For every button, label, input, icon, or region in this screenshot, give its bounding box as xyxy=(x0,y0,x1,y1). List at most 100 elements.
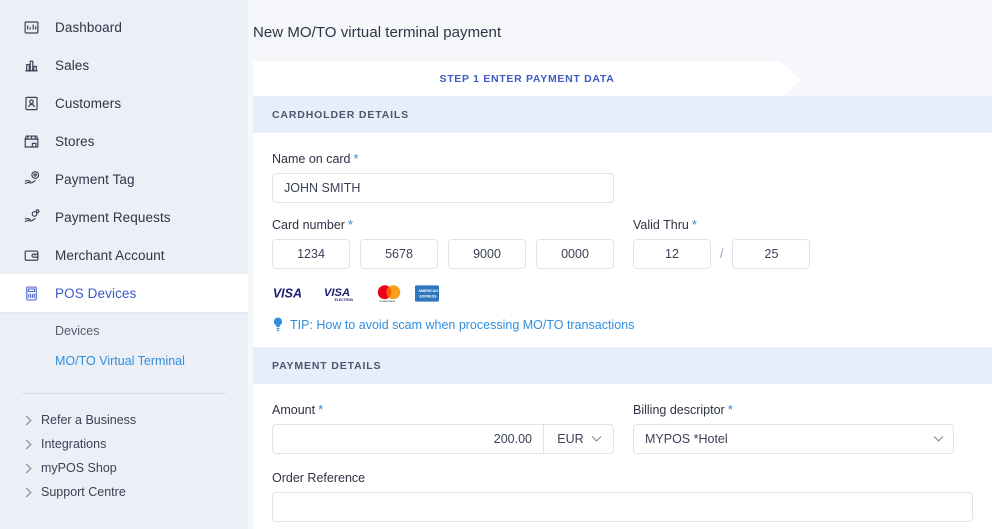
chevron-right-icon xyxy=(21,439,32,449)
required-asterisk: * xyxy=(353,151,359,166)
amount-label: Amount * xyxy=(272,402,633,417)
chevron-right-icon xyxy=(21,415,32,425)
payment-form-card: CARDHOLDER DETAILS Name on card * JOHN S… xyxy=(253,96,992,529)
sidebar-item-merchant-account[interactable]: Merchant Account xyxy=(0,236,248,274)
sidebar-item-stores[interactable]: Stores xyxy=(0,122,248,160)
sidebar-collapsible-label: Integrations xyxy=(41,437,107,451)
sidebar-item-mypos-shop[interactable]: myPOS Shop xyxy=(0,456,248,480)
sidebar-collapsible-label: Refer a Business xyxy=(41,413,137,427)
valid-thru-inputs: 12 / 25 xyxy=(633,239,973,269)
label-text: Amount xyxy=(272,403,316,417)
input-value: 1234 xyxy=(297,247,325,261)
sidebar-item-sales[interactable]: Sales xyxy=(0,46,248,84)
main-content: New MO/TO virtual terminal payment STEP … xyxy=(248,0,992,529)
label-text: Name on card xyxy=(272,152,351,166)
input-value: 12 xyxy=(665,247,679,261)
sidebar-item-label: Payment Requests xyxy=(55,209,171,225)
input-value: 25 xyxy=(764,247,779,261)
input-value: JOHN SMITH xyxy=(284,181,361,195)
billing-descriptor-label: Billing descriptor * xyxy=(633,402,954,417)
sidebar-subitem-label: Devices xyxy=(55,324,100,338)
tab-step-1-enter-payment-data[interactable]: STEP 1 ENTER PAYMENT DATA xyxy=(253,61,801,99)
name-on-card-input[interactable]: JOHN SMITH xyxy=(272,173,614,203)
order-reference-label: Order Reference xyxy=(272,471,973,485)
order-reference-input[interactable] xyxy=(272,492,973,522)
sidebar-item-pos-devices[interactable]: POS Devices xyxy=(0,274,248,312)
sidebar-item-label: Dashboard xyxy=(55,19,122,35)
sidebar-item-payment-requests[interactable]: Payment Requests xyxy=(0,198,248,236)
required-asterisk: * xyxy=(691,217,697,232)
sidebar-item-label: Stores xyxy=(55,133,95,149)
chevron-right-icon xyxy=(21,487,32,497)
card-number-group: Card number * 1234 5678 9000 0000 xyxy=(272,217,633,269)
card-number-inputs: 1234 5678 9000 0000 xyxy=(272,239,633,269)
section-title: PAYMENT DETAILS xyxy=(272,359,382,372)
required-asterisk: * xyxy=(727,402,733,417)
sidebar-item-support-centre[interactable]: Support Centre xyxy=(0,480,248,504)
input-value: 0000 xyxy=(561,247,589,261)
tip-link[interactable]: TIP: How to avoid scam when processing M… xyxy=(272,317,973,347)
accepted-card-brands: VISA VISA ELECTRON mastercard AMERICAN E… xyxy=(272,283,973,303)
section-title: CARDHOLDER DETAILS xyxy=(272,108,410,121)
sidebar-item-label: POS Devices xyxy=(55,285,137,301)
section-header-cardholder-details: CARDHOLDER DETAILS xyxy=(253,96,992,133)
sidebar-subitem-moto-virtual-terminal[interactable]: MO/TO Virtual Terminal xyxy=(0,346,248,376)
lightbulb-icon xyxy=(272,317,284,332)
billing-descriptor-group: Billing descriptor * MYPOS *Hotel xyxy=(633,402,973,454)
card-number-segment-3[interactable]: 9000 xyxy=(448,239,526,269)
billing-descriptor-select[interactable]: MYPOS *Hotel xyxy=(633,424,954,454)
chevron-right-icon xyxy=(21,463,32,473)
valid-thru-group: Valid Thru * 12 / 25 xyxy=(633,217,973,269)
cardholder-details-body: Name on card * JOHN SMITH Card number * xyxy=(253,133,992,347)
visa-icon: VISA xyxy=(273,286,302,300)
sidebar-subnav: Devices MO/TO Virtual Terminal xyxy=(0,312,248,376)
customers-icon xyxy=(22,94,41,113)
sidebar-item-label: Payment Tag xyxy=(55,171,135,187)
visa-electron-icon: VISA ELECTRON xyxy=(324,287,354,302)
sidebar-item-customers[interactable]: Customers xyxy=(0,84,248,122)
valid-thru-year-input[interactable]: 25 xyxy=(732,239,811,269)
card-number-label: Card number * xyxy=(272,217,633,232)
currency-value: EUR xyxy=(557,432,584,446)
label-text: Valid Thru xyxy=(633,218,689,232)
valid-thru-month-input[interactable]: 12 xyxy=(633,239,711,269)
sidebar-item-integrations[interactable]: Integrations xyxy=(0,432,248,456)
amount-group: Amount * EUR xyxy=(272,402,633,454)
payment-tag-icon xyxy=(22,170,41,189)
bar-chart-icon xyxy=(22,56,41,75)
svg-text:EXPRESS: EXPRESS xyxy=(419,294,437,298)
valid-thru-separator: / xyxy=(720,247,724,261)
sidebar-item-dashboard[interactable]: Dashboard xyxy=(0,8,248,46)
card-number-segment-2[interactable]: 5678 xyxy=(360,239,438,269)
sidebar-item-refer-a-business[interactable]: Refer a Business xyxy=(0,408,248,432)
store-icon xyxy=(22,132,41,151)
currency-select[interactable]: EUR xyxy=(543,425,613,453)
svg-text:mastercard: mastercard xyxy=(380,299,396,303)
sidebar-collapsible-label: myPOS Shop xyxy=(41,461,117,475)
card-number-segment-4[interactable]: 0000 xyxy=(536,239,614,269)
sidebar: Dashboard Sales Customers Stores Payment… xyxy=(0,0,248,529)
billing-descriptor-value: MYPOS *Hotel xyxy=(645,432,728,446)
american-express-icon: AMERICAN EXPRESS xyxy=(415,284,439,302)
sidebar-subitem-label: MO/TO Virtual Terminal xyxy=(55,354,185,368)
input-value: 5678 xyxy=(385,247,413,261)
chevron-down-icon xyxy=(591,431,602,442)
svg-text:AMERICAN: AMERICAN xyxy=(418,289,438,293)
chevron-down-icon xyxy=(933,431,944,442)
sidebar-item-label: Merchant Account xyxy=(55,247,165,263)
pos-terminal-icon xyxy=(22,284,41,303)
card-number-segment-1[interactable]: 1234 xyxy=(272,239,350,269)
label-text: Order Reference xyxy=(272,471,366,485)
sidebar-collapsible-label: Support Centre xyxy=(41,485,126,499)
section-header-payment-details: PAYMENT DETAILS xyxy=(253,347,992,384)
sidebar-nav: Dashboard Sales Customers Stores Payment… xyxy=(0,0,248,312)
mastercard-icon: mastercard xyxy=(377,284,401,303)
amount-input[interactable] xyxy=(273,425,543,453)
amount-field-wrapper: EUR xyxy=(272,424,614,454)
dashboard-icon xyxy=(22,18,41,37)
input-value: 9000 xyxy=(473,247,501,261)
svg-text:VISA: VISA xyxy=(273,286,302,300)
sidebar-item-payment-tag[interactable]: Payment Tag xyxy=(0,160,248,198)
svg-text:ELECTRON: ELECTRON xyxy=(335,298,354,302)
sidebar-subitem-devices[interactable]: Devices xyxy=(0,316,248,346)
